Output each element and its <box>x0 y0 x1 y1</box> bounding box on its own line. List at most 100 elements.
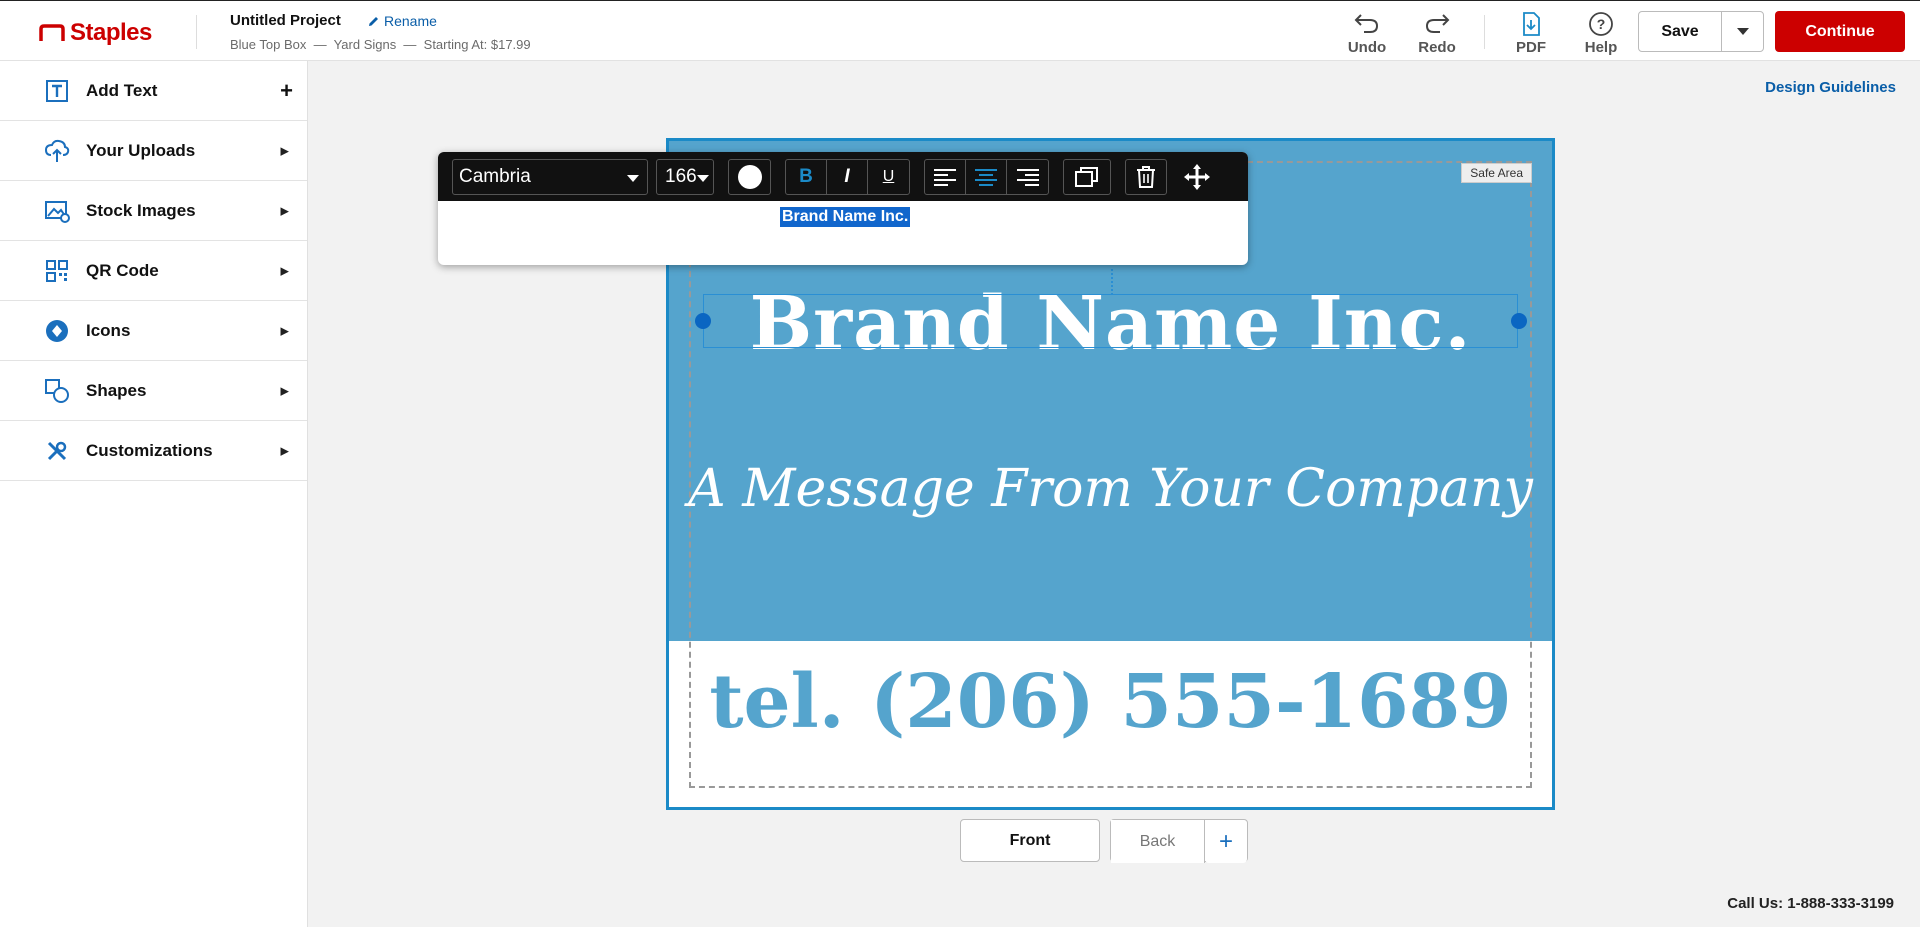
tools-icon <box>44 438 70 464</box>
color-swatch-icon <box>737 164 762 189</box>
font-size-value: 166 <box>665 165 697 187</box>
sidebar-item-your-uploads[interactable]: Your Uploads ▶ <box>0 121 307 181</box>
undo-button[interactable]: Undo <box>1337 11 1397 57</box>
qr-code-icon <box>44 258 70 284</box>
bold-icon: B <box>799 165 813 187</box>
text-toolbar: Cambria 166 B I U <box>438 152 1248 201</box>
logo-text: Staples <box>70 19 152 46</box>
italic-icon: I <box>844 165 850 187</box>
call-us-text: Call Us: 1-888-333-3199 <box>1727 895 1894 912</box>
move-icon <box>1184 163 1210 190</box>
move-button[interactable] <box>1177 160 1217 194</box>
image-icon <box>44 198 70 224</box>
text-box-icon <box>44 78 70 104</box>
sidebar-item-shapes[interactable]: Shapes ▶ <box>0 361 307 421</box>
continue-button[interactable]: Continue <box>1775 11 1905 52</box>
align-right-icon <box>1016 168 1039 186</box>
caret-right-icon: ▶ <box>280 325 289 337</box>
sidebar-item-stock-images[interactable]: Stock Images ▶ <box>0 181 307 241</box>
bold-button[interactable]: B <box>786 159 827 194</box>
duplicate-icon <box>1075 166 1098 187</box>
align-center-button[interactable] <box>966 159 1007 194</box>
help-label: Help <box>1584 39 1618 56</box>
chevron-down-icon <box>1736 27 1749 35</box>
align-right-button[interactable] <box>1007 160 1048 194</box>
text-edit-field[interactable]: Brand Name Inc. <box>438 201 1248 265</box>
duplicate-button[interactable] <box>1064 160 1110 194</box>
rename-button[interactable]: Rename <box>367 13 437 29</box>
sidebar-item-label: Your Uploads <box>86 140 196 160</box>
message-text[interactable]: A Message From Your Company <box>669 459 1552 519</box>
sidebar-item-customizations[interactable]: Customizations ▶ <box>0 421 307 481</box>
sidebar-item-label: Shapes <box>86 380 147 400</box>
staples-logo-icon <box>39 24 65 41</box>
phone-text[interactable]: tel. (206) 555-1689 <box>669 659 1552 745</box>
chevron-down-icon <box>697 174 709 182</box>
circle-icon <box>44 318 70 344</box>
safe-area-label: Safe Area <box>1461 163 1532 183</box>
tab-front[interactable]: Front <box>960 819 1100 862</box>
help-icon: ? <box>1589 12 1613 36</box>
sidebar-item-qr-code[interactable]: QR Code ▶ <box>0 241 307 301</box>
resize-handle-left[interactable] <box>695 313 711 329</box>
redo-button[interactable]: Redo <box>1407 11 1467 57</box>
italic-button[interactable]: I <box>827 159 868 194</box>
delete-group <box>1125 158 1167 195</box>
pdf-button[interactable]: PDF <box>1501 11 1561 57</box>
redo-label: Redo <box>1418 39 1456 56</box>
pencil-icon <box>369 16 378 26</box>
page-tabs: Front Back + <box>960 819 1248 863</box>
cloud-upload-icon <box>44 138 70 164</box>
text-editor-popup: Cambria 166 B I U Brand Name Inc. <box>438 152 1248 265</box>
design-guidelines-link[interactable]: Design Guidelines <box>1765 79 1896 96</box>
divider <box>1484 15 1485 49</box>
resize-handle-right[interactable] <box>1511 313 1527 329</box>
font-size-select[interactable]: 166 <box>656 158 714 195</box>
style-group: B I U <box>785 158 910 195</box>
sidebar: Add Text + Your Uploads ▶ Stock Images ▶… <box>0 61 308 927</box>
plus-icon: + <box>280 77 293 103</box>
align-left-icon <box>934 168 956 186</box>
sidebar-item-add-text[interactable]: Add Text + <box>0 61 307 121</box>
pdf-label: PDF <box>1516 39 1546 56</box>
back-tab-group: Back + <box>1110 819 1248 863</box>
delete-button[interactable] <box>1126 160 1166 194</box>
selected-text: Brand Name Inc. <box>780 207 911 227</box>
trash-icon <box>1137 165 1155 188</box>
sidebar-item-label: Customizations <box>86 440 213 460</box>
undo-label: Undo <box>1347 39 1387 56</box>
align-group <box>924 158 1049 195</box>
selection-box <box>703 294 1518 348</box>
underline-button[interactable]: U <box>868 160 909 194</box>
sidebar-item-label: Icons <box>86 320 131 340</box>
sidebar-item-label: Add Text <box>86 80 158 100</box>
text-color-button[interactable] <box>729 160 770 194</box>
caret-right-icon: ▶ <box>280 445 289 457</box>
save-options-button[interactable] <box>1722 12 1763 51</box>
sidebar-item-icons[interactable]: Icons ▶ <box>0 301 307 361</box>
rename-label: Rename <box>384 13 437 29</box>
add-page-button[interactable]: + <box>1205 820 1247 863</box>
redo-icon <box>1425 14 1450 33</box>
help-button[interactable]: ? Help <box>1571 11 1631 57</box>
duplicate-group <box>1063 158 1111 195</box>
project-title: Untitled Project <box>230 12 341 29</box>
staples-logo[interactable]: Staples <box>38 19 152 47</box>
sidebar-item-label: QR Code <box>86 260 159 280</box>
save-group: Save <box>1638 11 1764 52</box>
underline-icon: U <box>882 167 895 185</box>
svg-text:?: ? <box>1597 16 1606 32</box>
divider <box>196 15 197 49</box>
color-group <box>728 158 771 195</box>
tab-back[interactable]: Back <box>1111 820 1205 863</box>
save-button[interactable]: Save <box>1639 12 1722 51</box>
chevron-down-icon <box>627 174 639 182</box>
top-bar: Staples Untitled Project Rename Blue Top… <box>0 0 1920 61</box>
pdf-download-icon <box>1523 12 1540 36</box>
font-family-select[interactable]: Cambria <box>452 158 648 195</box>
align-left-button[interactable] <box>925 159 966 194</box>
font-family-value: Cambria <box>459 165 531 187</box>
caret-right-icon: ▶ <box>280 265 289 277</box>
caret-right-icon: ▶ <box>280 385 289 397</box>
sidebar-item-label: Stock Images <box>86 200 196 220</box>
